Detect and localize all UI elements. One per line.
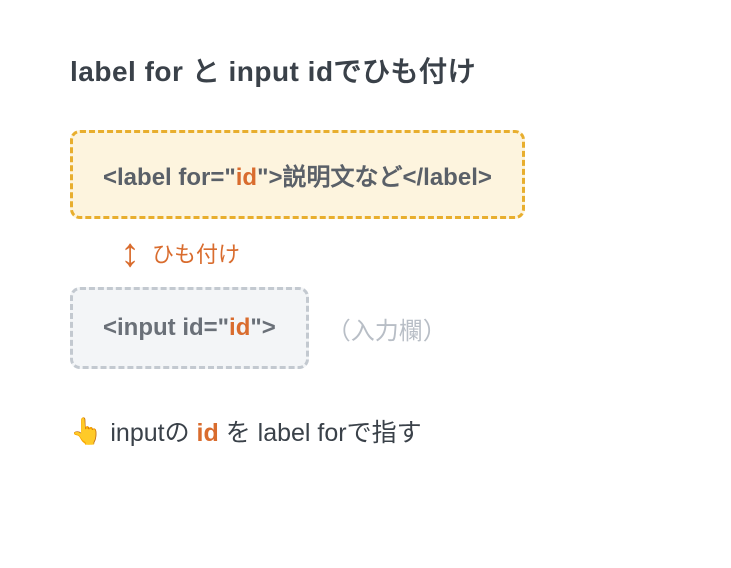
input-code-box: <input id="id"> xyxy=(70,287,309,369)
input-code-suffix: "> xyxy=(250,314,275,341)
label-code-prefix: <label for=" xyxy=(103,164,236,191)
input-row: <input id="id"> （入力欄） xyxy=(70,287,661,369)
connector-label: ひも付け xyxy=(152,237,240,269)
input-code-prefix: <input id=" xyxy=(103,314,229,341)
input-id-highlight: id xyxy=(229,314,250,341)
label-id-highlight: id xyxy=(236,164,257,191)
footer-text-after: を label forで指す xyxy=(219,419,422,447)
label-code-suffix: ">説明文など</label> xyxy=(257,164,492,191)
input-placeholder-note: （入力欄） xyxy=(327,311,447,346)
footer-text-before: inputの xyxy=(110,419,196,447)
footer-note: 👆 inputの id を label forで指す xyxy=(70,413,661,449)
footer-id-highlight: id xyxy=(197,419,219,447)
connector: ↕ ひも付け xyxy=(120,233,661,273)
double-arrow-icon: ↕ xyxy=(120,233,140,273)
footer-text: inputの id を label forで指す xyxy=(110,413,421,449)
pointing-up-icon: 👆 xyxy=(70,416,102,447)
diagram-title: label for と input idでひも付け xyxy=(70,50,661,90)
label-code-box: <label for="id">説明文など</label> xyxy=(70,130,525,219)
